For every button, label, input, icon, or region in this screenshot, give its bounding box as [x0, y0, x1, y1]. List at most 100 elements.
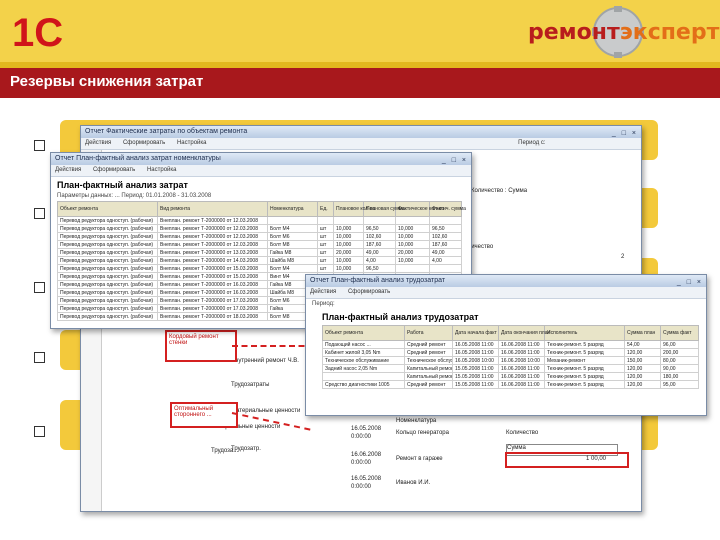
generate-button[interactable]: Сформировать: [93, 167, 135, 173]
highlight-box-3: [505, 452, 629, 468]
column-header[interactable]: Исполнитель: [544, 325, 625, 341]
row-label: Трудозатраты: [231, 382, 270, 388]
table-row[interactable]: Задний насос 2,05 Nm Капитальный ремонт 15…: [322, 364, 699, 373]
table-cell: Перевод редуктора одноступ. (рабочая): [57, 304, 158, 313]
column-header[interactable]: Дата окончания план: [498, 325, 550, 341]
report-title: План-фактный анализ трудозатрат: [322, 312, 479, 322]
table-row[interactable]: Перевод редуктора одноступ. (рабочая) Вне…: [57, 224, 462, 233]
table-cell: Перевод редуктора одноступ. (рабочая): [57, 240, 158, 249]
table-row[interactable]: Перевод редуктора одноступ. (рабочая) Вне…: [57, 232, 462, 241]
table-cell: 96,50: [363, 224, 396, 233]
table-cell: Перевод редуктора одноступ. (рабочая): [57, 312, 158, 321]
column-header[interactable]: Дата начала факт: [452, 325, 499, 341]
table-cell: Техник-ремонт. 5 разряд: [544, 380, 625, 389]
table-cell: шт: [317, 224, 334, 233]
column-header: Количество : Сумма: [471, 188, 528, 194]
window-controls-icon[interactable]: _ □ ×: [442, 155, 468, 167]
table-cell: 120,00: [624, 364, 661, 373]
window-title: Отчет Фактические затраты по объектам ре…: [85, 128, 248, 135]
table-cell: Средний ремонт: [404, 340, 453, 349]
date-cell: 16.06.2008: [351, 452, 382, 458]
settings-button[interactable]: Настройка: [147, 167, 177, 173]
name-cell: Кольцо генератора: [396, 430, 449, 436]
table-cell: Техник-ремонт. 5 разряд: [544, 372, 625, 381]
settings-button[interactable]: Настройка: [177, 140, 207, 146]
table-cell: 187,60: [429, 240, 462, 249]
table-cell: 16.06.2008 11:00: [498, 340, 545, 349]
table-cell: Перевод редуктора одноступ. (рабочая): [57, 256, 158, 265]
table-cell: Внеплан. ремонт Т-2000000 от 12.03.2008: [157, 240, 268, 249]
table-row[interactable]: Средство диагностики 1005 Средний ремонт 1…: [322, 380, 699, 389]
window-titlebar[interactable]: Отчет Фактические затраты по объектам ре…: [81, 126, 641, 138]
time-cell: 0:00:00: [351, 434, 372, 440]
column-header[interactable]: Сумма факт: [660, 325, 699, 341]
table-cell: Болт М8: [267, 240, 318, 249]
column-header[interactable]: Фактическое кол-во: [395, 201, 444, 217]
highlight-box-2: Оптимальный стороннего ...: [170, 402, 238, 428]
bullet-icon: [34, 282, 45, 293]
window-titlebar[interactable]: Отчет План-фактный анализ трудозатрат _ □…: [306, 275, 706, 287]
window-controls-icon[interactable]: _ □ ×: [612, 128, 638, 140]
table-row[interactable]: Перевод редуктора одноступ. (рабочая) Вне…: [57, 248, 462, 257]
table-cell: Внеплан. ремонт Т-2000000 от 15.03.2008: [157, 272, 268, 281]
table-cell: 15.05.2008 11:00: [452, 372, 499, 381]
generate-button[interactable]: Сформировать: [123, 140, 165, 146]
table-row[interactable]: Перевод редуктора одноступ. (рабочая) Вне…: [57, 240, 462, 249]
window-labor[interactable]: Отчет План-фактный анализ трудозатрат _ □…: [305, 274, 707, 416]
date-cell: 16.05.2008: [351, 426, 382, 432]
table-cell: Кабинет жилой 3,05 Nm: [322, 348, 405, 357]
period-label: Период с:: [518, 140, 546, 146]
table-cell: 10,000: [395, 240, 430, 249]
column-header[interactable]: Объект ремонта: [57, 201, 158, 217]
column-header[interactable]: Плановое кол-во: [333, 201, 375, 217]
time-cell: 0:00:00: [351, 460, 372, 466]
table-row[interactable]: Перевод редуктора одноступ. (рабочая) Вне…: [57, 256, 462, 265]
table-cell: Капитальный ремонт: [404, 364, 453, 373]
table-row[interactable]: Кабинет жилой 3,05 Nm Средний ремонт 16.05…: [322, 348, 699, 357]
window-controls-icon[interactable]: _ □ ×: [677, 277, 703, 289]
highlight-label: Оптимальный стороннего ...: [174, 406, 214, 418]
table-row[interactable]: Перевод редуктора одноступ. (рабочая) Вне…: [57, 216, 462, 225]
table-cell: 120,00: [624, 380, 661, 389]
table-row[interactable]: Капитальный ремонт 15.05.2008 11:00 16.06.…: [322, 372, 699, 381]
table-cell: 10,000: [333, 256, 364, 265]
table-cell: [429, 264, 462, 273]
period-label: Период:: [312, 301, 335, 307]
bullet-icon: [34, 208, 45, 219]
column-header[interactable]: Работа: [404, 325, 453, 341]
table-row[interactable]: Подающий насос ... Средний ремонт 16.05.20…: [322, 340, 699, 349]
table-cell: 10,000: [333, 224, 364, 233]
table-cell: Капитальный ремонт: [404, 372, 453, 381]
window-toolbar: Действия Сформировать: [306, 287, 706, 299]
date-cell: 16.05.2008: [351, 476, 382, 482]
table-cell: 200,00: [660, 348, 699, 357]
column-header[interactable]: Фактич. сумма: [429, 201, 466, 217]
table-cell: 10,000: [395, 256, 430, 265]
time-cell: 0:00:00: [351, 484, 372, 490]
table-cell: 10,000: [333, 240, 364, 249]
column-header[interactable]: Ед.: [317, 201, 334, 217]
labor-table: Объект ремонта Работа Дата начала факт Дата…: [322, 325, 699, 389]
menu-actions[interactable]: Действия: [310, 289, 336, 295]
table-cell: Перевод редуктора одноступ. (рабочая): [57, 216, 158, 225]
column-header[interactable]: Сумма план: [624, 325, 661, 341]
table-row[interactable]: Перевод редуктора одноступ. (рабочая) Вне…: [57, 264, 462, 273]
generate-button[interactable]: Сформировать: [348, 289, 390, 295]
column-header[interactable]: Объект ремонта: [322, 325, 405, 341]
table-cell: 80,00: [660, 356, 699, 365]
table-cell: Перевод редуктора одноступ. (рабочая): [57, 280, 158, 289]
value-cell: 2: [621, 254, 625, 260]
table-cell: Внеплан. ремонт Т-2000000 от 18.03.2008: [157, 312, 268, 321]
nomenclature-header: Номенклатура: [396, 418, 437, 424]
window-titlebar[interactable]: Отчет План-фактный анализ затрат номенкл…: [51, 153, 471, 165]
column-header[interactable]: Номенклатура: [267, 201, 318, 217]
table-cell: шт: [317, 232, 334, 241]
menu-actions[interactable]: Действия: [55, 167, 81, 173]
column-header[interactable]: Плановая сумма: [363, 201, 405, 217]
table-cell: Гайка М8: [267, 248, 318, 257]
menu-actions[interactable]: Действия: [85, 140, 111, 146]
window-title: Отчет План-фактный анализ трудозатрат: [310, 277, 446, 284]
table-cell: 16.06.2008 11:00: [498, 364, 545, 373]
table-row[interactable]: Техническое обслуживание Техническое обсл…: [322, 356, 699, 365]
column-header[interactable]: Вид ремонта: [157, 201, 268, 217]
